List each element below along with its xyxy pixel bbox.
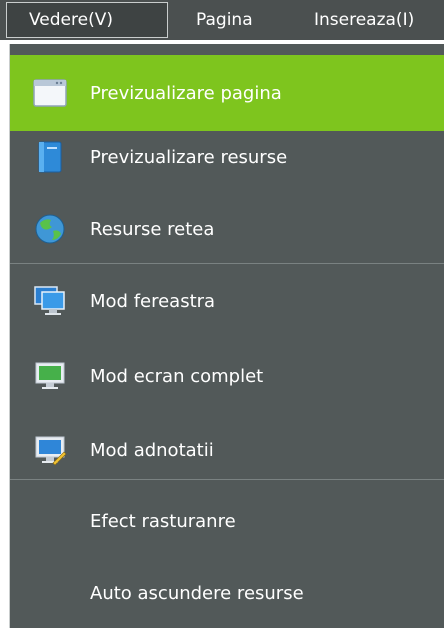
- menu-insereaza[interactable]: Insereaza(I): [314, 0, 414, 40]
- menu-item-label: Previzualizare pagina: [90, 82, 282, 104]
- menu-item-efect-rasturanre[interactable]: Efect rasturanre: [10, 485, 444, 557]
- menu-item-mod-ecran-complet[interactable]: Mod ecran complet: [10, 340, 444, 412]
- menu-vedere[interactable]: Vedere(V): [6, 2, 168, 38]
- menu-item-previzualizare-pagina[interactable]: Previzualizare pagina: [10, 55, 444, 131]
- menu-item-mod-fereastra[interactable]: Mod fereastra: [10, 265, 444, 337]
- dropdown-menu: Previzualizare pagina Previzualizare res…: [9, 44, 444, 628]
- monitor-icon: [35, 362, 65, 389]
- annotation-monitor-icon: [35, 436, 67, 466]
- menu-item-label: Mod fereastra: [90, 290, 216, 312]
- book-icon: [38, 141, 62, 173]
- menu-item-label: Efect rasturanre: [90, 510, 236, 532]
- menu-separator: [10, 479, 444, 480]
- menu-item-auto-ascundere-resurse[interactable]: Auto ascundere resurse: [10, 557, 444, 629]
- menu-item-label: Mod ecran complet: [90, 365, 264, 387]
- menu-pagina[interactable]: Pagina: [196, 0, 253, 40]
- page-window-icon: [33, 79, 67, 107]
- menu-separator: [10, 263, 444, 264]
- menu-item-label: Resurse retea: [90, 218, 215, 240]
- menu-item-mod-adnotatii[interactable]: Mod adnotatii: [10, 414, 444, 486]
- menu-item-label: Auto ascundere resurse: [90, 582, 304, 604]
- menu-item-previzualizare-resurse[interactable]: Previzualizare resurse: [10, 121, 444, 193]
- globe-icon: [35, 214, 65, 244]
- menu-item-label: Mod adnotatii: [90, 439, 214, 461]
- menu-bar: Vedere(V) Pagina Insereaza(I): [0, 0, 444, 44]
- menu-item-resurse-retea[interactable]: Resurse retea: [10, 193, 444, 265]
- menu-item-label: Previzualizare resurse: [90, 146, 288, 168]
- windows-monitor-icon: [34, 286, 65, 315]
